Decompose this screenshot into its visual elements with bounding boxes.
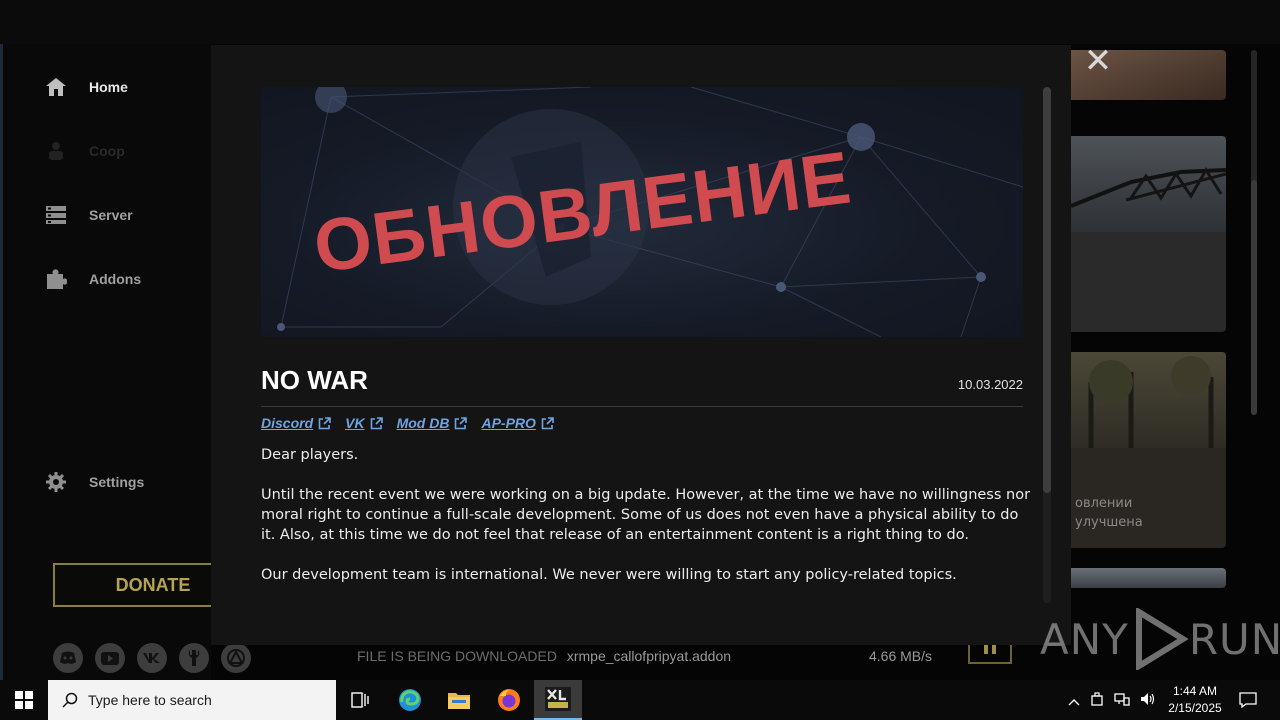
news-card[interactable]: [1071, 136, 1226, 332]
link-label: Discord: [261, 415, 314, 431]
usb-icon[interactable]: [1090, 691, 1104, 710]
post-date: 10.03.2022: [957, 377, 1023, 392]
sidebar-item-settings[interactable]: Settings: [43, 467, 144, 497]
download-status-text: FILE IS BEING DOWNLOADED: [357, 648, 557, 664]
discord-icon[interactable]: [53, 643, 83, 673]
clock-time: 1:44 AM: [1172, 684, 1218, 698]
xrmpe-icon: [545, 687, 571, 711]
volume-icon[interactable]: [1140, 691, 1156, 710]
download-status: FILE IS BEING DOWNLOADED xrmpe_callofpri…: [357, 648, 731, 664]
divider: [261, 406, 1023, 407]
news-card[interactable]: овлении улучшена: [1071, 352, 1226, 548]
sidebar-item-addons[interactable]: Addons: [43, 264, 141, 294]
news-card-text: овлении: [1075, 496, 1133, 511]
clock-date: 2/15/2025: [1168, 701, 1222, 715]
network-icon[interactable]: [1114, 691, 1130, 710]
server-icon: [43, 204, 69, 226]
search-placeholder: Type here to search: [88, 692, 212, 708]
post-body: Dear players. Until the recent event we …: [261, 445, 1031, 605]
news-banner-image: ОБНОВЛЕНИЕ: [261, 87, 1023, 337]
post-links: Discord VK Mod DB AP-PRO: [261, 415, 554, 431]
moddb-link[interactable]: Mod DB: [397, 415, 468, 431]
sidebar-item-label: Home: [89, 79, 128, 95]
external-link-icon: [454, 416, 468, 430]
post-title: NO WAR: [261, 365, 368, 395]
taskbar-clock[interactable]: 1:44 AM 2/15/2025: [1163, 683, 1227, 717]
external-link-icon: [318, 416, 331, 430]
pause-icon: [984, 644, 988, 654]
vk-icon[interactable]: [137, 643, 167, 673]
news-modal: ОБНОВЛЕНИЕ NO WAR 10.03.2022 Discord VK …: [211, 45, 1071, 645]
edge-taskbar-button[interactable]: [386, 680, 434, 720]
stalker-icon[interactable]: [221, 643, 251, 673]
windows-icon: [15, 691, 33, 709]
gear-icon: [43, 471, 69, 493]
pause-icon-bar: [992, 644, 996, 654]
system-tray: [1068, 680, 1156, 720]
news-card-text: улучшена: [1075, 515, 1143, 530]
launcher-taskbar-button[interactable]: [534, 680, 582, 720]
link-label: AP-PRO: [481, 415, 536, 431]
coop-icon: [43, 140, 69, 162]
sidebar-item-coop[interactable]: Coop: [43, 136, 125, 166]
task-view-button[interactable]: [336, 680, 384, 720]
modal-scrollbar-thumb[interactable]: [1043, 87, 1051, 493]
external-link-icon: [370, 416, 383, 430]
post-paragraph: Until the recent event we were working o…: [261, 487, 1031, 543]
download-speed: 4.66 MB/s: [869, 648, 933, 664]
anyrun-watermark: ANY RUN: [1040, 608, 1280, 670]
sidebar-item-label: Addons: [89, 271, 142, 287]
discord-link[interactable]: Discord: [261, 415, 331, 431]
file-explorer-button[interactable]: [435, 680, 483, 720]
link-label: VK: [345, 415, 365, 431]
firefox-icon: [498, 689, 520, 711]
edge-icon: [399, 689, 421, 711]
vk-link[interactable]: VK: [345, 415, 383, 431]
watermark-text: RUN: [1188, 614, 1280, 664]
appro-link[interactable]: AP-PRO: [481, 415, 554, 431]
firefox-taskbar-button[interactable]: [485, 680, 533, 720]
news-card[interactable]: [1071, 568, 1226, 588]
home-icon: [43, 76, 69, 98]
launcher-window: Home Coop Server Addons Settings DONATE …: [0, 0, 1280, 680]
youtube-icon[interactable]: [95, 643, 125, 673]
sidebar-item-label: Coop: [89, 143, 125, 159]
app-topbar: [0, 0, 1280, 44]
taskbar: Type here to search 1:44 AM 2/15/2025: [0, 680, 1280, 720]
close-icon[interactable]: ✕: [1082, 44, 1114, 78]
download-file-name: xrmpe_callofpripyat.addon: [566, 648, 732, 664]
post-paragraph: Our development team is international. W…: [261, 567, 957, 583]
news-card-image: [1071, 136, 1226, 232]
watermark-text: ANY: [1040, 614, 1129, 664]
task-view-icon: [351, 692, 369, 708]
sidebar-item-server[interactable]: Server: [43, 200, 133, 230]
taskbar-search[interactable]: Type here to search: [48, 680, 336, 720]
external-link-icon: [541, 416, 554, 430]
chevron-up-icon[interactable]: [1068, 691, 1080, 710]
news-scrollbar-thumb[interactable]: [1251, 180, 1257, 415]
play-logo-icon: [1135, 608, 1189, 670]
search-icon: [62, 692, 78, 708]
sidebar-item-label: Server: [89, 207, 133, 223]
wrench-icon[interactable]: [179, 643, 209, 673]
notification-icon[interactable]: [1236, 680, 1260, 720]
post-paragraph: Dear players.: [261, 447, 359, 463]
sidebar-item-home[interactable]: Home: [43, 72, 128, 102]
puzzle-icon: [43, 268, 69, 290]
link-label: Mod DB: [396, 415, 450, 431]
start-button[interactable]: [0, 680, 48, 720]
settings-label: Settings: [89, 474, 145, 490]
news-card-image: [1071, 352, 1226, 448]
folder-icon: [448, 693, 470, 709]
